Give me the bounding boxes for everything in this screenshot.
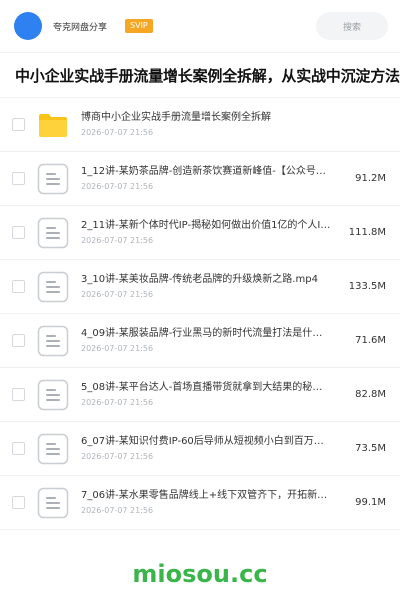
search-input[interactable]: 搜索 — [316, 12, 388, 40]
row-checkbox[interactable] — [12, 226, 25, 239]
file-name: 7_06讲-某水果零售品牌线上+线下双管齐下，开拓新增长.mp4 — [81, 490, 331, 501]
file-name: 5_08讲-某平台达人-首场直播带货就拿到大结果的秘诀.mp4 — [81, 382, 331, 393]
title-bar: 中小企业实战手册流量增长案例全拆解，从实战中沉淀方法 — [0, 53, 400, 97]
file-date: 2026-07-07 21:56 — [81, 182, 154, 191]
file-meta: 7_06讲-某水果零售品牌线上+线下双管齐下，开拓新增长.mp4 2026-07… — [81, 489, 340, 516]
row-checkbox[interactable] — [12, 172, 25, 185]
file-row[interactable]: 博商中小企业实战手册流量增长案例全拆解 2026-07-07 21:56 — [0, 98, 400, 152]
file-row[interactable]: 7_06讲-某水果零售品牌线上+线下双管齐下，开拓新增长.mp4 2026-07… — [0, 476, 400, 530]
file-size: 111.8M — [348, 227, 386, 238]
file-name: 1_12讲-某奶茶品牌-创造新茶饮赛道新峰值-【公众号：某某某】.mp4 — [81, 166, 331, 177]
file-name: 博商中小企业实战手册流量增长案例全拆解 — [81, 112, 271, 123]
file-meta: 4_09讲-某服装品牌-行业黑马的新时代流量打法是什么.mp4 2026-07-… — [81, 327, 340, 354]
file-row[interactable]: 5_08讲-某平台达人-首场直播带货就拿到大结果的秘诀.mp4 2026-07-… — [0, 368, 400, 422]
file-row[interactable]: 4_09讲-某服装品牌-行业黑马的新时代流量打法是什么.mp4 2026-07-… — [0, 314, 400, 368]
file-size: 99.1M — [355, 497, 386, 508]
file-name: 6_07讲-某知识付费IP-60后导师从短视频小白到百万粉丝.mp4 — [81, 436, 331, 447]
file-size: 82.8M — [355, 389, 386, 400]
page-title: 中小企业实战手册流量增长案例全拆解，从实战中沉淀方法 — [15, 66, 400, 85]
header: 夸克网盘分享 SVIP 搜索 — [0, 0, 400, 52]
search-placeholder: 搜索 — [342, 22, 361, 33]
file-date: 2026-07-07 21:56 — [81, 236, 154, 245]
file-size: 73.5M — [355, 443, 386, 454]
file-list: 博商中小企业实战手册流量增长案例全拆解 2026-07-07 21:56 1_1… — [0, 97, 400, 530]
row-checkbox[interactable] — [12, 388, 25, 401]
file-date: 2026-07-07 21:56 — [81, 452, 154, 461]
file-size: 133.5M — [348, 281, 386, 292]
file-date: 2026-07-07 21:56 — [81, 344, 154, 353]
file-size: 91.2M — [355, 173, 386, 184]
file-date: 2026-07-07 21:56 — [81, 506, 154, 515]
watermark-text: miosou.cc — [132, 560, 268, 588]
file-doc-icon — [36, 324, 70, 358]
file-name: 2_11讲-某新个体时代IP-揭秘如何做出价值1亿的个人IP.mp4 — [81, 220, 331, 231]
file-name: 3_10讲-某美妆品牌-传统老品牌的升级焕新之路.mp4 — [81, 274, 318, 285]
file-doc-icon — [36, 378, 70, 412]
file-date: 2026-07-07 21:56 — [81, 290, 154, 299]
file-row[interactable]: 3_10讲-某美妆品牌-传统老品牌的升级焕新之路.mp4 2026-07-07 … — [0, 260, 400, 314]
user-name: 夸克网盘分享 — [53, 22, 108, 33]
row-checkbox[interactable] — [12, 442, 25, 455]
row-checkbox[interactable] — [12, 280, 25, 293]
folder-icon — [36, 108, 70, 142]
file-meta: 2_11讲-某新个体时代IP-揭秘如何做出价值1亿的个人IP.mp4 2026-… — [81, 219, 340, 246]
file-date: 2026-07-07 21:56 — [81, 128, 154, 137]
file-meta: 3_10讲-某美妆品牌-传统老品牌的升级焕新之路.mp4 2026-07-07 … — [81, 273, 340, 300]
file-row[interactable]: 1_12讲-某奶茶品牌-创造新茶饮赛道新峰值-【公众号：某某某】.mp4 202… — [0, 152, 400, 206]
file-name: 4_09讲-某服装品牌-行业黑马的新时代流量打法是什么.mp4 — [81, 328, 331, 339]
file-doc-icon — [36, 216, 70, 250]
row-checkbox[interactable] — [12, 118, 25, 131]
row-checkbox[interactable] — [12, 496, 25, 509]
file-doc-icon — [36, 162, 70, 196]
file-meta: 6_07讲-某知识付费IP-60后导师从短视频小白到百万粉丝.mp4 2026-… — [81, 435, 340, 462]
file-doc-icon — [36, 270, 70, 304]
file-doc-icon — [36, 432, 70, 466]
file-meta: 博商中小企业实战手册流量增长案例全拆解 2026-07-07 21:56 — [81, 111, 340, 138]
avatar[interactable] — [14, 12, 42, 40]
file-doc-icon — [36, 486, 70, 520]
file-size: 71.6M — [355, 335, 386, 346]
svip-badge: SVIP — [125, 19, 153, 33]
file-meta: 5_08讲-某平台达人-首场直播带货就拿到大结果的秘诀.mp4 2026-07-… — [81, 381, 340, 408]
file-row[interactable]: 6_07讲-某知识付费IP-60后导师从短视频小白到百万粉丝.mp4 2026-… — [0, 422, 400, 476]
row-checkbox[interactable] — [12, 334, 25, 347]
file-date: 2026-07-07 21:56 — [81, 398, 154, 407]
file-row[interactable]: 2_11讲-某新个体时代IP-揭秘如何做出价值1亿的个人IP.mp4 2026-… — [0, 206, 400, 260]
file-meta: 1_12讲-某奶茶品牌-创造新茶饮赛道新峰值-【公众号：某某某】.mp4 202… — [81, 165, 340, 192]
